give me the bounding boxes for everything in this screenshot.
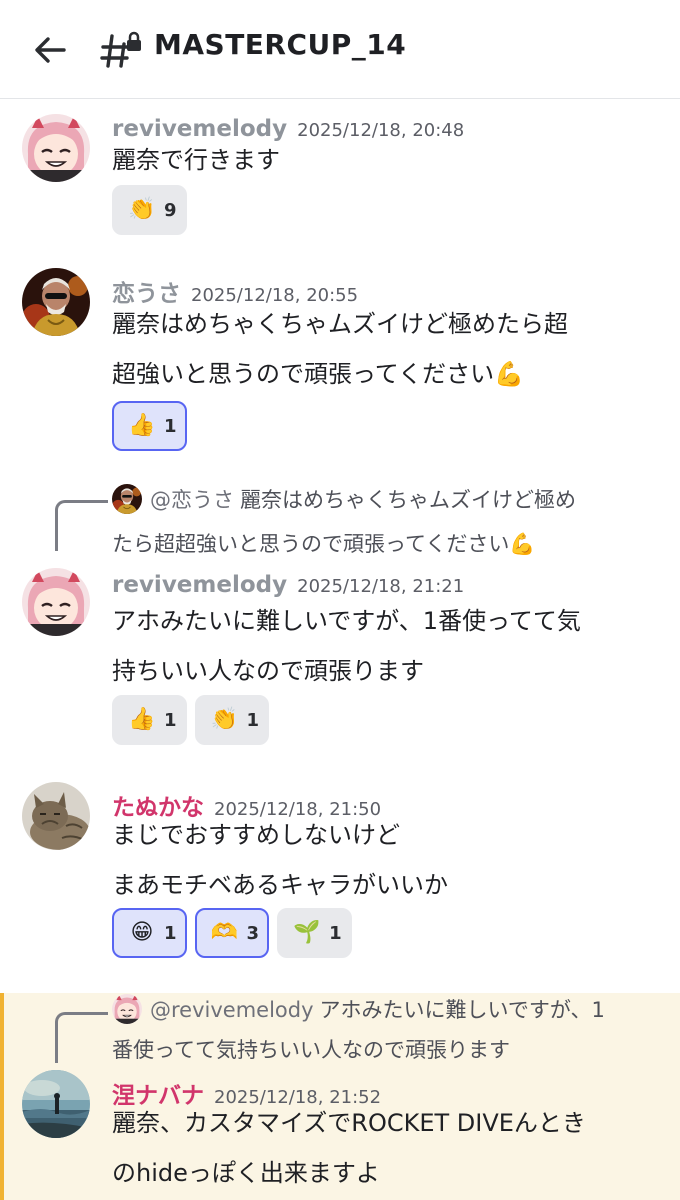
channel-title: MASTERCUP_14 — [154, 28, 407, 61]
message-line: アホみたいに難しいですが、1番使ってて気 — [112, 607, 581, 635]
avatar-image — [22, 1070, 90, 1138]
reply-preview[interactable]: @恋うさ 麗奈はめちゃくちゃムズイけど極め たら超超強いと思うので頑張ってください… — [112, 478, 657, 566]
reaction-count: 1 — [164, 415, 177, 437]
reactions: 👏 9 — [112, 185, 187, 235]
message-text: まじでおすすめしないけど まあモチベあるキャラがいいか — [112, 810, 667, 910]
message-line: 麗奈、カスタマイズでROCKET DIVEんとき — [112, 1109, 586, 1137]
avatar[interactable] — [22, 268, 90, 336]
reaction-count: 1 — [246, 709, 260, 731]
reply-avatar — [112, 484, 142, 514]
message-text: アホみたいに難しいですが、1番使ってて気 持ちいい人なので頑張ります — [112, 596, 667, 696]
message-text: 麗奈で行きます — [112, 135, 667, 185]
timestamp: 2025/12/18, 21:21 — [297, 576, 465, 597]
channel-header: MASTERCUP_14 — [0, 0, 680, 99]
reaction-count: 1 — [164, 709, 177, 731]
reply-text: 麗奈はめちゃくちゃムズイけど極め — [240, 488, 576, 512]
avatar-image — [22, 782, 90, 850]
thumbs-up-icon: 👍 — [128, 707, 156, 732]
reaction-seedling[interactable]: 🌱 1 — [277, 908, 352, 958]
reaction-grin[interactable]: 😁 1 — [112, 908, 187, 958]
reply-text: 番使ってて気持ちいい人なので頑張ります — [112, 1038, 510, 1062]
reaction-count: 1 — [329, 922, 342, 944]
reply-preview[interactable]: @revivemelody アホみたいに難しいですが、1 番使ってて気持ちいい人な… — [112, 990, 657, 1070]
avatar[interactable] — [22, 568, 90, 636]
reply-text: たら超超強いと思うので頑張ってください💪 — [112, 532, 536, 556]
reaction-count: 3 — [246, 922, 260, 944]
message-line: 麗奈はめちゃくちゃムズイけど極めたら超 — [112, 310, 568, 338]
reply-text: アホみたいに難しいですが、1 — [319, 998, 605, 1022]
message-line: のhideっぽく出来ますよ — [112, 1159, 380, 1187]
thumbs-up-icon: 👍 — [128, 413, 156, 438]
reactions: 😁 1 🫶 3 🌱 1 — [112, 908, 352, 958]
reaction-count: 1 — [164, 922, 177, 944]
avatar-image — [22, 268, 90, 336]
avatar[interactable] — [22, 1070, 90, 1138]
reaction-thumbs-up[interactable]: 👍 1 — [112, 401, 187, 451]
reaction-thumbs-up[interactable]: 👍 1 — [112, 695, 187, 745]
clap-icon: 👏 — [128, 197, 156, 222]
reactions: 👍 1 — [112, 401, 187, 451]
seedling-icon: 🌱 — [293, 920, 321, 945]
reply-connector — [55, 500, 108, 551]
reaction-clap[interactable]: 👏 1 — [194, 695, 270, 745]
reaction-heart-hands[interactable]: 🫶 3 — [194, 908, 270, 958]
arrow-left-icon[interactable] — [30, 30, 70, 70]
avatar[interactable] — [22, 114, 90, 182]
avatar-image — [22, 114, 90, 182]
avatar[interactable] — [22, 782, 90, 850]
message-text: 麗奈、カスタマイズでROCKET DIVEんとき のhideっぽく出来ますよ — [112, 1098, 667, 1198]
reply-avatar — [112, 994, 142, 1024]
message-text: 麗奈はめちゃくちゃムズイけど極めたら超 超強いと思うので頑張ってください💪 — [112, 299, 667, 399]
message-line: まあモチベあるキャラがいいか — [112, 871, 448, 899]
message-line: 麗奈で行きます — [112, 146, 280, 174]
clap-icon: 👏 — [210, 707, 239, 732]
reply-mention: @恋うさ — [150, 488, 234, 512]
message-line: まじでおすすめしないけど — [112, 821, 400, 849]
grin-icon: 😁 — [130, 920, 154, 945]
avatar-image — [22, 568, 90, 636]
locked-hash-icon — [100, 31, 141, 68]
message-line: 持ちいい人なので頑張ります — [112, 657, 424, 685]
message-header: revivemelody 2025/12/18, 21:21 — [112, 572, 464, 598]
reaction-clap[interactable]: 👏 9 — [112, 185, 187, 235]
reactions: 👍 1 👏 1 — [112, 695, 270, 745]
reply-connector — [55, 1012, 108, 1063]
username[interactable]: revivemelody — [112, 572, 287, 598]
message-line: 超強いと思うので頑張ってください💪 — [112, 360, 524, 388]
heart-hands-icon: 🫶 — [210, 920, 239, 945]
reaction-count: 9 — [164, 199, 177, 221]
reply-mention: @revivemelody — [150, 998, 314, 1022]
